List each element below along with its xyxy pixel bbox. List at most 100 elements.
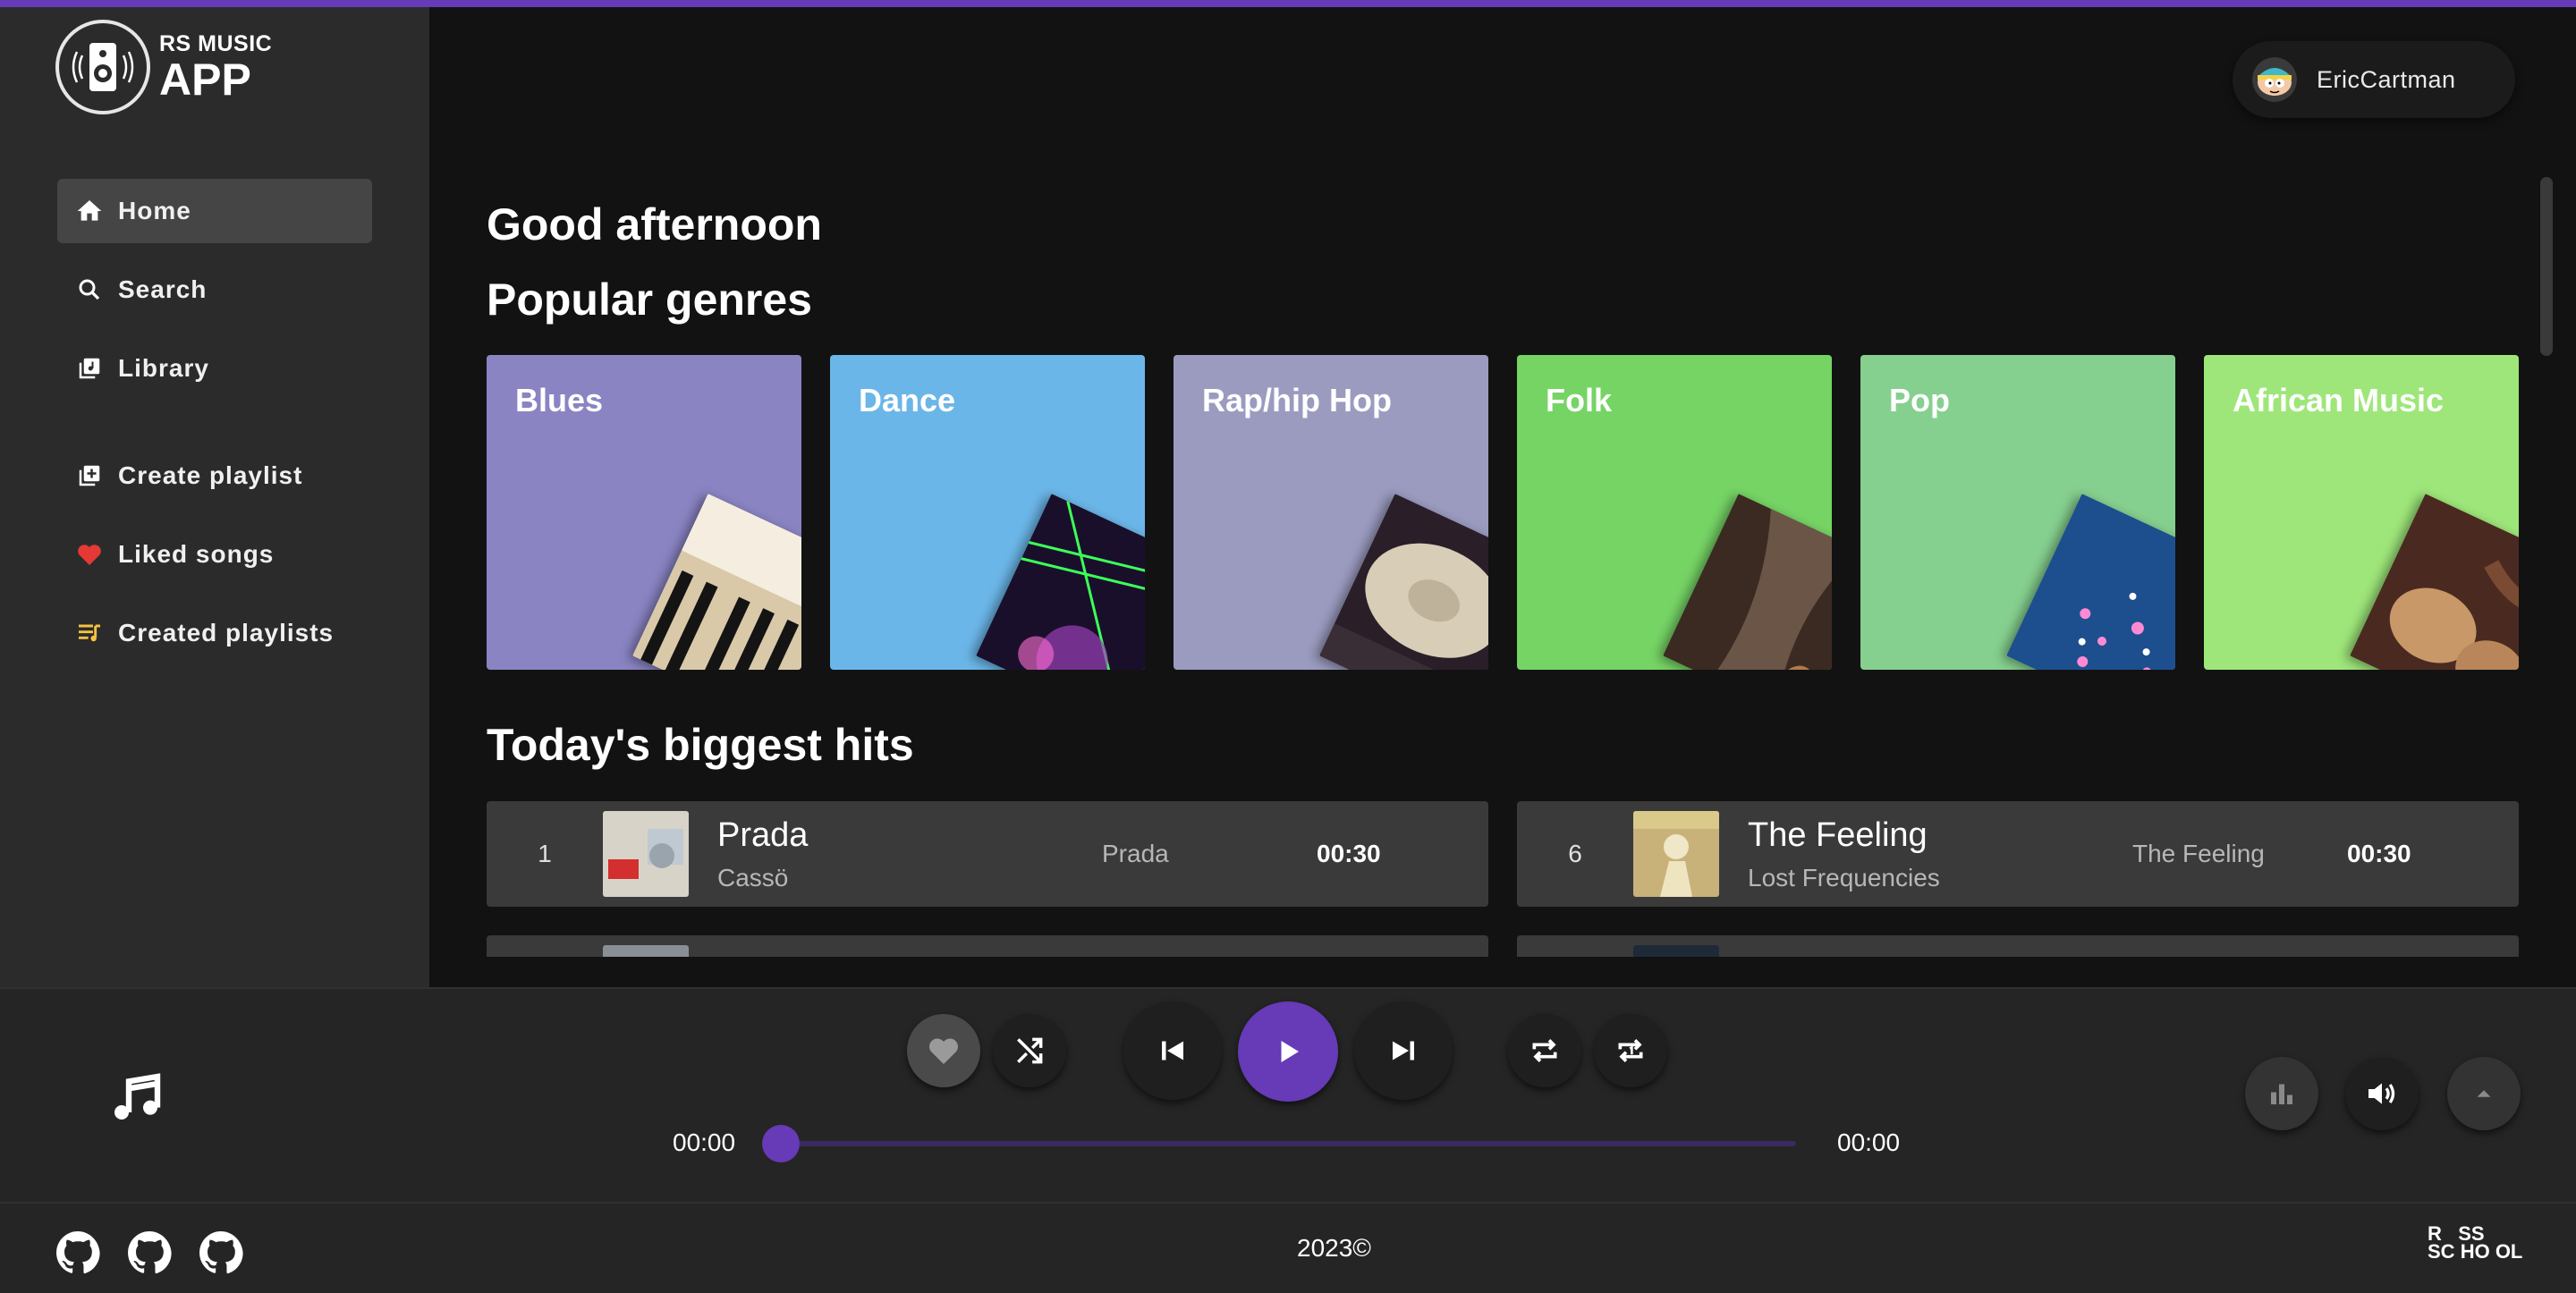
sidebar-item-label: Home bbox=[118, 197, 191, 224]
track-cover bbox=[603, 811, 689, 897]
track-cover bbox=[1633, 811, 1719, 897]
playlist-icon bbox=[73, 617, 106, 649]
sidebar-item-create-playlist[interactable]: Create playlist bbox=[57, 444, 372, 508]
copyright-text: 2023© bbox=[1297, 1234, 1371, 1262]
logo-small-text: RS MUSIC bbox=[159, 30, 273, 56]
play-icon bbox=[1281, 1041, 1299, 1062]
genres-heading: Popular genres bbox=[487, 275, 812, 325]
shuffle-button[interactable] bbox=[993, 1014, 1066, 1087]
search-icon bbox=[73, 274, 106, 306]
track-row[interactable]: 1 Prada Cassö Prada 00:30 bbox=[487, 801, 1488, 907]
genre-card-folk[interactable]: Folk bbox=[1517, 355, 1832, 670]
total-time: 00:00 bbox=[1837, 1128, 1901, 1156]
github-icon[interactable] bbox=[127, 1230, 172, 1280]
sidebar-item-label: Created playlists bbox=[118, 619, 335, 646]
home-icon bbox=[73, 195, 106, 227]
track-title: Prada bbox=[717, 816, 809, 854]
github-icon[interactable] bbox=[55, 1230, 100, 1280]
skip-previous-icon bbox=[1162, 1041, 1183, 1061]
track-album: The Feeling bbox=[2132, 840, 2265, 867]
hits-heading: Today's biggest hits bbox=[487, 720, 914, 770]
rs-school-logo[interactable]: R SS SC HO OL bbox=[2428, 1224, 2522, 1262]
repeat-one-icon bbox=[1618, 1039, 1643, 1062]
track-artist[interactable]: Cassö bbox=[717, 864, 1102, 892]
genre-name: African Music bbox=[2233, 382, 2445, 418]
expand-button[interactable] bbox=[2447, 1057, 2521, 1130]
genre-card-rap-hip-hop[interactable]: Rap/hip Hop bbox=[1174, 355, 1488, 670]
genre-name: Blues bbox=[515, 382, 604, 418]
footer: 2023© R SS SC HO OL bbox=[0, 1202, 2576, 1293]
genre-image bbox=[1319, 494, 1488, 670]
music-note-icon bbox=[107, 1069, 165, 1131]
sidebar-item-label: Library bbox=[118, 354, 209, 382]
genre-name: Pop bbox=[1889, 382, 1950, 418]
track-row[interactable] bbox=[1517, 935, 2519, 957]
track-artist[interactable]: Lost Frequencies bbox=[1748, 864, 2132, 892]
genre-name: Rap/hip Hop bbox=[1202, 382, 1392, 418]
progress-track[interactable] bbox=[782, 1141, 1796, 1146]
top-accent-bar bbox=[0, 0, 2576, 7]
genre-card-dance[interactable]: Dance bbox=[830, 355, 1145, 670]
add-playlist-icon bbox=[73, 460, 106, 492]
repeat-button[interactable] bbox=[1508, 1014, 1581, 1087]
genre-name: Folk bbox=[1546, 382, 1613, 418]
sidebar-item-search[interactable]: Search bbox=[57, 258, 372, 322]
sidebar: RS MUSIC APP Home Search Library Create … bbox=[0, 7, 429, 987]
github-icon[interactable] bbox=[199, 1230, 243, 1280]
skip-next-icon bbox=[1393, 1041, 1414, 1061]
heart-icon bbox=[73, 538, 106, 570]
track-number: 1 bbox=[538, 840, 552, 867]
heart-icon bbox=[928, 1038, 959, 1064]
track-number: 6 bbox=[1568, 840, 1582, 867]
genre-image bbox=[976, 494, 1145, 670]
next-button[interactable] bbox=[1354, 1001, 1453, 1100]
bar-chart-icon bbox=[2271, 1084, 2292, 1104]
app-logo[interactable]: RS MUSIC APP bbox=[55, 20, 272, 114]
arrow-up-icon bbox=[2477, 1090, 2491, 1097]
shuffle-icon bbox=[1017, 1037, 1043, 1064]
user-name: EricCartman bbox=[2317, 65, 2456, 93]
genres-list: Blues Dance Rap/hip Hop Folk Pop African… bbox=[487, 355, 2519, 670]
user-menu-button[interactable]: EricCartman bbox=[2233, 41, 2515, 118]
greeting-heading: Good afternoon bbox=[487, 199, 822, 249]
genre-image bbox=[632, 494, 801, 670]
hits-list: 1 Prada Cassö Prada 00:30 6 The Feeling … bbox=[487, 801, 2519, 957]
sidebar-item-home[interactable]: Home bbox=[57, 179, 372, 243]
genre-image bbox=[2006, 494, 2175, 670]
volume-icon bbox=[2368, 1083, 2395, 1104]
play-button[interactable] bbox=[1238, 1001, 1338, 1102]
volume-button[interactable] bbox=[2345, 1057, 2419, 1130]
like-button[interactable] bbox=[907, 1014, 980, 1087]
library-icon bbox=[73, 352, 106, 385]
genre-image bbox=[2350, 494, 2519, 670]
track-row[interactable] bbox=[487, 935, 1488, 957]
track-cover bbox=[1633, 945, 1719, 957]
sidebar-item-label: Search bbox=[118, 275, 208, 303]
track-duration: 00:30 bbox=[2347, 840, 2411, 867]
repeat-icon bbox=[1532, 1039, 1557, 1062]
speaker-icon bbox=[55, 20, 150, 114]
avatar bbox=[2252, 57, 2297, 102]
progress-slider-handle[interactable] bbox=[762, 1125, 800, 1162]
genre-card-blues[interactable]: Blues bbox=[487, 355, 801, 670]
sidebar-item-created-playlists[interactable]: Created playlists bbox=[57, 601, 372, 665]
track-title: The Feeling bbox=[1748, 816, 1928, 854]
track-row[interactable]: 6 The Feeling Lost Frequencies The Feeli… bbox=[1517, 801, 2519, 907]
sidebar-item-liked-songs[interactable]: Liked songs bbox=[57, 522, 372, 587]
previous-button[interactable] bbox=[1123, 1001, 1222, 1100]
genre-card-african-music[interactable]: African Music bbox=[2204, 355, 2519, 670]
equalizer-button[interactable] bbox=[2245, 1057, 2318, 1130]
genre-image bbox=[1663, 494, 1832, 670]
track-cover bbox=[603, 945, 689, 957]
sidebar-nav: Home Search Library Create playlist Like… bbox=[57, 179, 372, 680]
sidebar-item-library[interactable]: Library bbox=[57, 336, 372, 401]
main-scrollbar[interactable] bbox=[2540, 177, 2553, 356]
genre-card-pop[interactable]: Pop bbox=[1860, 355, 2175, 670]
current-time: 00:00 bbox=[673, 1128, 736, 1156]
sidebar-item-label: Create playlist bbox=[118, 461, 303, 489]
track-album: Prada bbox=[1102, 840, 1169, 867]
sidebar-item-label: Liked songs bbox=[118, 540, 275, 568]
track-duration: 00:30 bbox=[1317, 840, 1381, 867]
repeat-one-button[interactable] bbox=[1594, 1014, 1667, 1087]
genre-name: Dance bbox=[859, 382, 956, 418]
